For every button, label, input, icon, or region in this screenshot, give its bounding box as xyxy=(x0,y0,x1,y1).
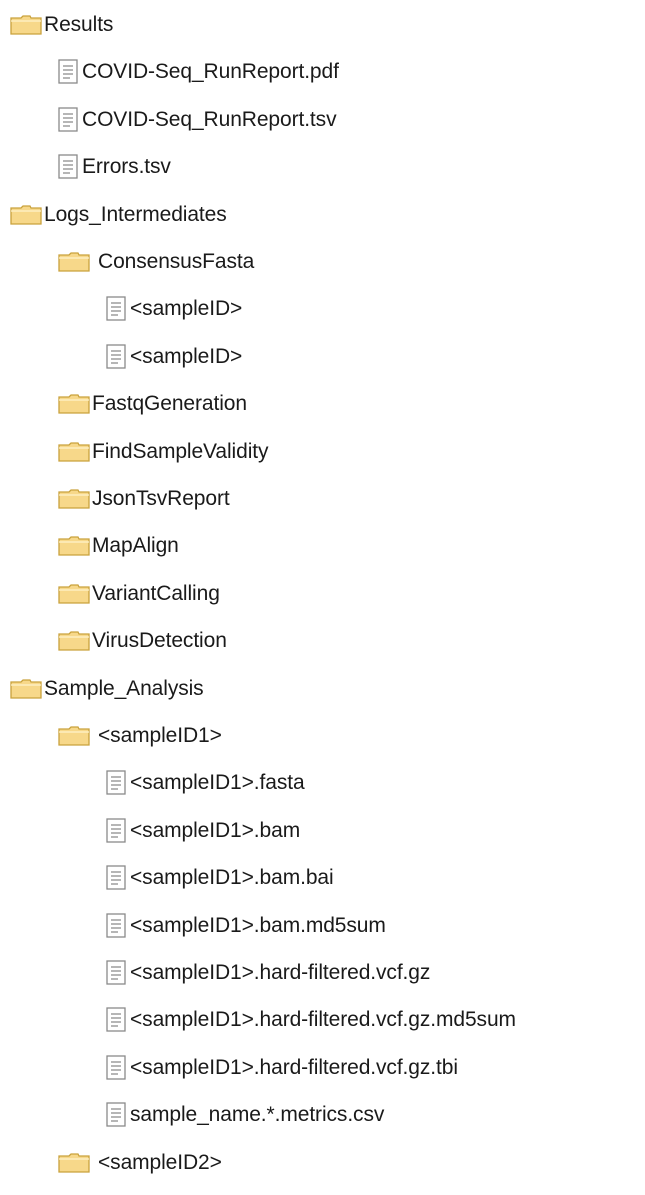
tree-folder-row[interactable]: <sampleID1> xyxy=(58,721,222,751)
folder-label: FindSampleValidity xyxy=(92,440,269,463)
file-label: <sampleID1>.hard-filtered.vcf.gz.tbi xyxy=(130,1056,458,1079)
folder-label: VirusDetection xyxy=(92,629,227,652)
folder-icon xyxy=(58,1153,90,1173)
tree-file-row[interactable]: Errors.tsv xyxy=(58,152,171,182)
tree-folder-row[interactable]: Sample_Analysis xyxy=(10,674,204,704)
folder-icon xyxy=(58,394,90,414)
folder-label: FastqGeneration xyxy=(92,392,247,415)
tree-file-row[interactable]: <sampleID> xyxy=(106,294,242,324)
file-label: COVID-Seq_RunReport.tsv xyxy=(82,108,337,131)
folder-icon xyxy=(10,15,42,35)
file-label: <sampleID1>.bam xyxy=(130,819,301,842)
tree-folder-row[interactable]: Logs_Intermediates xyxy=(10,200,227,230)
file-label: <sampleID1>.hard-filtered.vcf.gz.md5sum xyxy=(130,1008,516,1031)
folder-icon xyxy=(58,584,90,604)
file-label: COVID-Seq_RunReport.pdf xyxy=(82,60,339,83)
document-icon xyxy=(106,770,128,796)
document-icon xyxy=(106,344,128,370)
tree-folder-row[interactable]: FastqGeneration xyxy=(58,389,247,419)
file-label: <sampleID> xyxy=(130,297,243,320)
folder-label: Results xyxy=(44,13,114,36)
file-label: <sampleID1>.bam.bai xyxy=(130,866,334,889)
file-label: sample_name.*.metrics.csv xyxy=(130,1103,385,1126)
document-icon xyxy=(58,154,80,180)
file-label: <sampleID> xyxy=(130,345,243,368)
folder-label: VariantCalling xyxy=(92,582,220,605)
tree-file-row[interactable]: <sampleID1>.bam.md5sum xyxy=(106,911,386,941)
tree-folder-row[interactable]: ConsensusFasta xyxy=(58,247,254,277)
document-icon xyxy=(106,1007,128,1033)
folder-icon xyxy=(58,631,90,651)
folder-label: ConsensusFasta xyxy=(98,250,255,273)
tree-folder-row[interactable]: VariantCalling xyxy=(58,579,220,609)
tree-folder-row[interactable]: MapAlign xyxy=(58,531,179,561)
file-label: <sampleID1>.bam.md5sum xyxy=(130,914,386,937)
file-label: <sampleID1>.hard-filtered.vcf.gz xyxy=(130,961,431,984)
document-icon xyxy=(58,107,80,133)
folder-label: JsonTsvReport xyxy=(92,487,230,510)
tree-file-row[interactable]: <sampleID> xyxy=(106,342,242,372)
tree-file-row[interactable]: sample_name.*.metrics.csv xyxy=(106,1100,384,1130)
document-icon xyxy=(106,960,128,986)
folder-icon xyxy=(58,442,90,462)
tree-file-row[interactable]: <sampleID1>.bam xyxy=(106,816,300,846)
file-label: <sampleID1>.fasta xyxy=(130,771,305,794)
folder-icon xyxy=(58,489,90,509)
folder-label: Logs_Intermediates xyxy=(44,203,227,226)
document-icon xyxy=(106,296,128,322)
tree-folder-row[interactable]: <sampleID2> xyxy=(58,1148,222,1178)
document-icon xyxy=(106,1055,128,1081)
tree-file-row[interactable]: <sampleID1>.fasta xyxy=(106,768,305,798)
document-icon xyxy=(106,1102,128,1128)
document-icon xyxy=(58,59,80,85)
folder-label: <sampleID2> xyxy=(98,1151,222,1174)
folder-label: MapAlign xyxy=(92,534,179,557)
folder-icon xyxy=(10,205,42,225)
tree-folder-row[interactable]: FindSampleValidity xyxy=(58,437,269,467)
tree-folder-row[interactable]: VirusDetection xyxy=(58,626,227,656)
tree-file-row[interactable]: <sampleID1>.hard-filtered.vcf.gz.md5sum xyxy=(106,1005,516,1035)
tree-folder-row[interactable]: Results xyxy=(10,10,113,40)
tree-file-row[interactable]: <sampleID1>.bam.bai xyxy=(106,863,334,893)
folder-icon xyxy=(58,726,90,746)
folder-icon xyxy=(58,252,90,272)
tree-file-row[interactable]: COVID-Seq_RunReport.tsv xyxy=(58,105,337,135)
folder-label: <sampleID1> xyxy=(98,724,222,747)
file-label: Errors.tsv xyxy=(82,155,171,178)
tree-file-row[interactable]: <sampleID1>.hard-filtered.vcf.gz xyxy=(106,958,430,988)
tree-file-row[interactable]: <sampleID1>.hard-filtered.vcf.gz.tbi xyxy=(106,1053,458,1083)
folder-icon xyxy=(10,679,42,699)
folder-icon xyxy=(58,536,90,556)
document-icon xyxy=(106,865,128,891)
document-icon xyxy=(106,913,128,939)
tree-folder-row[interactable]: JsonTsvReport xyxy=(58,484,230,514)
folder-label: Sample_Analysis xyxy=(44,677,204,700)
tree-file-row[interactable]: COVID-Seq_RunReport.pdf xyxy=(58,57,339,87)
document-icon xyxy=(106,818,128,844)
